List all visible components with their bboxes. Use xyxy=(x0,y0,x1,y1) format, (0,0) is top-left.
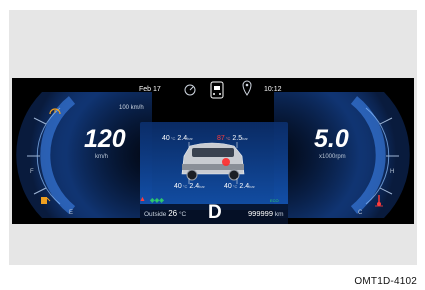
tire-front-left-temp: 40 xyxy=(162,135,170,142)
temp-scale-hot: H xyxy=(390,169,395,175)
tire-warning-dot xyxy=(222,158,230,166)
outside-unit: °C xyxy=(178,211,187,218)
outside-value: 26 xyxy=(168,209,178,218)
dial-icon[interactable] xyxy=(184,84,196,96)
date-display: Feb 17 xyxy=(139,86,161,93)
tire-front-left: 40 °C 2.4bar xyxy=(162,135,193,142)
tire-front-right-temp: 87 xyxy=(217,135,225,142)
odometer-unit: km xyxy=(274,211,284,218)
tire-rear-right-pressure: 2.4 xyxy=(239,183,250,190)
temp-scale-cold: C xyxy=(358,210,363,216)
odometer: 999999 km xyxy=(248,209,284,218)
time-display: 10:12 xyxy=(264,86,282,93)
fuel-scale-empty: E xyxy=(69,210,74,216)
outside-label: Outside xyxy=(144,211,167,218)
speed-limit-label: 100 km/h xyxy=(119,105,144,111)
tire-rear-left-temp-unit: °C xyxy=(182,184,188,189)
tire-front-left-pressure: 2.4 xyxy=(177,135,188,142)
speed-unit: km/h xyxy=(95,154,109,160)
car-icon[interactable] xyxy=(210,81,224,99)
tire-front-left-pressure-unit: bar xyxy=(187,136,193,141)
speed-value: 120 xyxy=(84,125,126,153)
tire-rear-left-pressure-unit: bar xyxy=(199,184,205,189)
fuel-scale-full: F xyxy=(30,169,34,175)
instrument-cluster: Feb 17 10:12 100 km/h 120 km/h F E 5.0 x… xyxy=(12,78,414,224)
tire-front-right-pressure-unit: bar xyxy=(242,136,248,141)
rpm-unit: x1000rpm xyxy=(319,154,346,160)
tire-rear-left-pressure: 2.4 xyxy=(189,183,200,190)
seatbelt-warning-icon: ▲ xyxy=(139,196,146,203)
location-pin-icon[interactable] xyxy=(242,80,252,96)
tire-front-right-pressure: 2.5 xyxy=(232,135,243,142)
tire-front-right-temp-unit: °C xyxy=(225,136,231,141)
tire-front-right: 87 °C 2.5bar xyxy=(217,135,248,142)
tire-rear-right-pressure-unit: bar xyxy=(249,184,255,189)
tire-rear-left: 40 °C 2.4bar xyxy=(174,183,205,190)
eco-indicator: ECO xyxy=(270,198,279,203)
drive-assist-indicator-icon: ◈◈◈ xyxy=(150,198,164,204)
outside-temperature: Outside 26 °C xyxy=(144,209,186,218)
tire-rear-right-temp: 40 xyxy=(224,183,232,190)
rpm-value: 5.0 xyxy=(314,125,349,153)
figure-caption: OMT1D-4102 xyxy=(354,276,417,287)
tire-rear-left-temp: 40 xyxy=(174,183,182,190)
gear-indicator: D xyxy=(208,202,222,223)
odometer-value: 999999 xyxy=(248,209,274,218)
tire-rear-right: 40 °C 2.4bar xyxy=(224,183,255,190)
tire-front-left-temp-unit: °C xyxy=(170,136,176,141)
tire-rear-right-temp-unit: °C xyxy=(232,184,238,189)
